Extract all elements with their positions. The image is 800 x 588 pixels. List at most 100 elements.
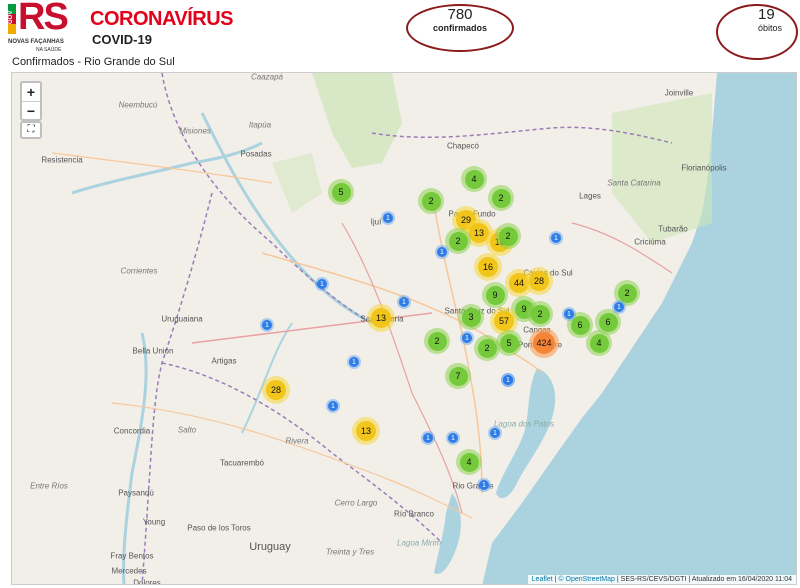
place-label: Santa Catarina [607,178,661,188]
leaflet-link[interactable]: Leaflet [532,576,553,583]
case-cluster-marker[interactable]: 4 [461,166,487,192]
case-cluster-marker[interactable]: 2 [488,185,514,211]
case-cluster-marker[interactable]: 28 [525,267,553,295]
place-label: Salto [177,425,197,435]
case-cluster-marker[interactable]: 1 [347,355,361,369]
place-label: Resistencia [41,155,83,165]
cluster-count: 4 [589,333,609,353]
place-label: Tacuarembó [219,458,265,468]
cluster-count: 1 [399,297,409,307]
case-cluster-marker[interactable]: 1 [260,318,274,332]
logo-tagline: NOVAS FAÇANHAS [8,39,64,45]
confirmed-label: confirmados [432,23,487,33]
cluster-count: 1 [349,357,359,367]
place-label: Artigas [211,356,237,366]
case-cluster-marker[interactable]: 1 [435,245,449,259]
case-cluster-marker[interactable]: 1 [315,277,329,291]
place-label: Young [142,517,166,527]
place-label: Treinta y Tres [325,547,375,557]
cluster-count: 2 [530,304,550,324]
case-cluster-marker[interactable]: 424 [529,328,559,358]
case-cluster-marker[interactable]: 3 [458,304,484,330]
case-cluster-marker[interactable]: 1 [446,431,460,445]
case-cluster-marker[interactable]: 4 [456,449,482,475]
place-label: Bella Unión [132,346,174,356]
cluster-count: 5 [499,333,519,353]
attribution-source: | SES-RS/CEVS/DGTI | Atualizado em 16/04… [616,576,792,583]
logo-gov-text: GOV [8,10,14,24]
cluster-count: 28 [529,271,549,291]
cluster-count: 2 [448,231,468,251]
cases-map[interactable]: Resistencia Corrientes Posadas Misiones Itap… [11,72,797,585]
case-cluster-marker[interactable]: 1 [612,300,626,314]
cluster-count: 1 [462,333,472,343]
case-cluster-marker[interactable]: 4 [586,330,612,356]
case-cluster-marker[interactable]: 1 [460,331,474,345]
case-cluster-marker[interactable]: 2 [424,328,450,354]
deaths-label: óbitos [758,23,783,33]
place-label: Posadas [240,149,272,159]
cluster-count: 1 [564,309,574,319]
cluster-count: 4 [464,169,484,189]
logo-subtag: NA SAÚDE [36,47,62,53]
place-label: Lagoa Mirim [396,538,442,548]
case-cluster-marker[interactable]: 1 [562,307,576,321]
case-cluster-marker[interactable]: 1 [326,399,340,413]
case-cluster-marker[interactable]: 2 [527,301,553,327]
cluster-count: 424 [533,332,555,354]
page-title: CORONAVÍRUS [90,8,234,30]
fullscreen-icon[interactable]: ⛶ [20,121,42,139]
cluster-count: 2 [421,191,441,211]
case-cluster-marker[interactable]: 1 [421,431,435,445]
confirmed-stat: 780 confirmados [406,6,514,33]
cluster-count: 1 [448,433,458,443]
case-cluster-marker[interactable]: 2 [495,223,521,249]
place-label: Paysandú [118,488,154,498]
place-label: Fray Bentos [110,551,154,561]
place-label: Mercedes [111,566,147,576]
map-basemap [51,73,796,584]
osm-link[interactable]: © OpenStreetMap [558,576,615,583]
cluster-count: 1 [490,428,500,438]
zoom-out-button[interactable]: − [22,101,40,119]
place-label: Ijuí [370,217,382,227]
cluster-count: 1 [551,233,561,243]
case-cluster-marker[interactable]: 5 [496,330,522,356]
deaths-count: 19 [758,6,775,23]
rs-government-logo: GOV RS NOVAS FAÇANHAS NA SAÚDE [8,0,74,54]
case-cluster-marker[interactable]: 1 [549,231,563,245]
place-label: Lages [579,191,601,201]
logo-rs-text: RS [18,0,69,38]
zoom-control: + − [20,81,42,121]
case-cluster-marker[interactable]: 13 [367,304,395,332]
place-label: Joinville [664,88,694,98]
case-cluster-marker[interactable]: 1 [477,478,491,492]
case-cluster-marker[interactable]: 1 [488,426,502,440]
case-cluster-marker[interactable]: 9 [482,282,508,308]
place-label: Entre Ríos [30,481,68,491]
case-cluster-marker[interactable]: 2 [418,188,444,214]
place-label: Paso de los Toros [187,523,251,533]
deaths-stat: 19 óbitos [716,6,800,33]
case-cluster-marker[interactable]: 1 [397,295,411,309]
case-cluster-marker[interactable]: 7 [445,363,471,389]
case-cluster-marker[interactable]: 1 [501,373,515,387]
cluster-count: 16 [478,257,498,277]
place-label: Uruguaiana [161,314,203,324]
cluster-count: 5 [331,182,351,202]
case-cluster-marker[interactable]: 5 [328,179,354,205]
cluster-count: 1 [614,302,624,312]
cluster-count: 3 [461,307,481,327]
cluster-count: 2 [477,338,497,358]
place-label: Río Branco [393,509,435,519]
zoom-in-button[interactable]: + [22,83,40,101]
case-cluster-marker[interactable]: 13 [352,417,380,445]
page-subtitle: COVID-19 [92,32,152,47]
cluster-count: 6 [598,312,618,332]
place-label: Uruguay [249,541,291,553]
cluster-count: 1 [423,433,433,443]
case-cluster-marker[interactable]: 28 [262,376,290,404]
place-label: Criciúma [634,237,666,247]
case-cluster-marker[interactable]: 1 [381,211,395,225]
case-cluster-marker[interactable]: 16 [474,253,502,281]
